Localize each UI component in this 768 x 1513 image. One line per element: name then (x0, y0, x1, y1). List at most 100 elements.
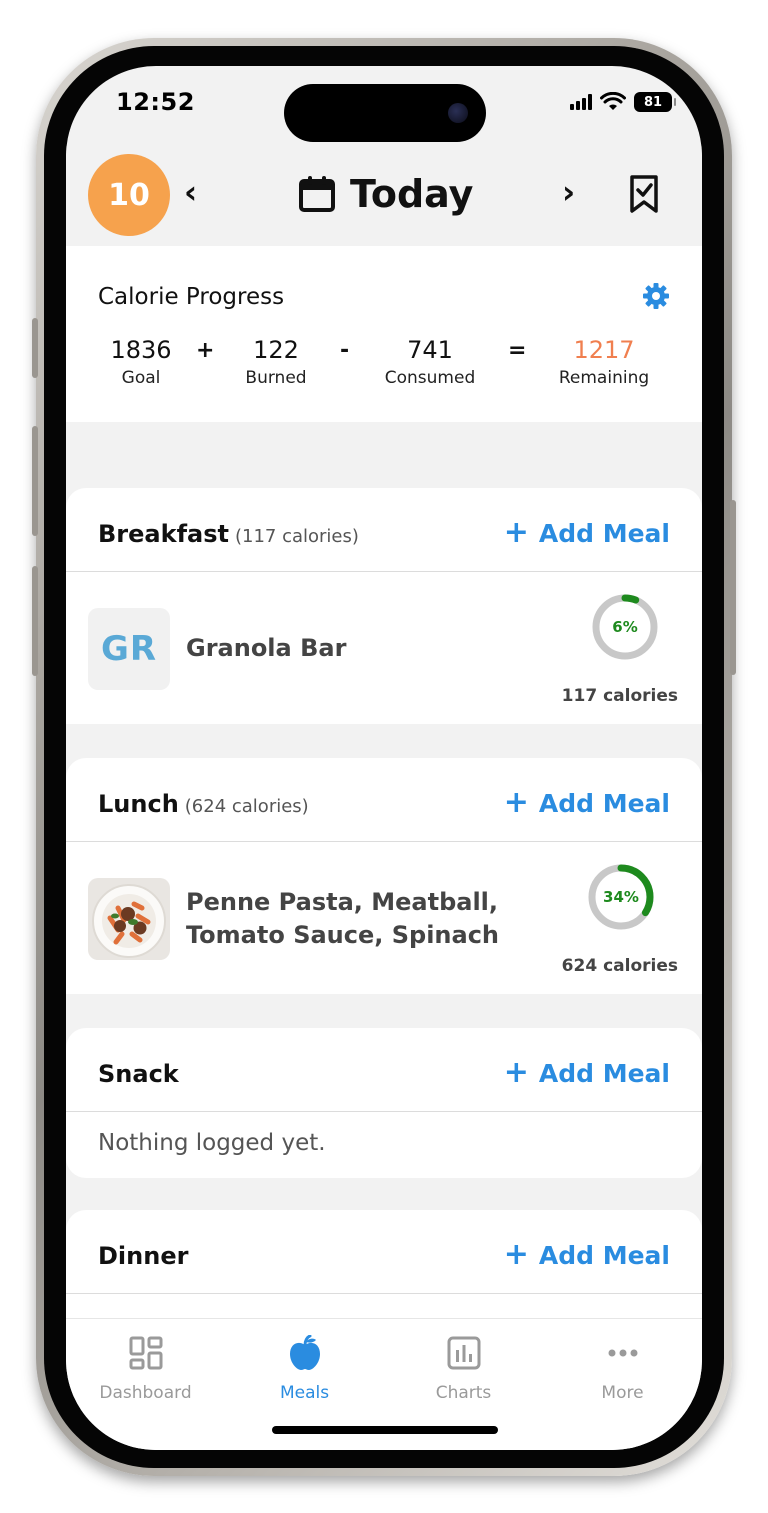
meal-name: Lunch (98, 790, 179, 818)
tab-label: Charts (435, 1383, 492, 1403)
meal-calories: (624 calories) (184, 796, 309, 817)
plus-icon: + (503, 1237, 529, 1272)
add-meal-label: Add Meal (538, 518, 670, 548)
goal-value: 1836 (110, 336, 172, 364)
tab-charts[interactable]: Charts (384, 1333, 543, 1403)
tab-label: More (601, 1383, 644, 1403)
camera-icon (448, 103, 468, 123)
food-name: Granola Bar (186, 634, 347, 662)
plus-icon: + (503, 1055, 529, 1090)
meal-section-breakfast: Breakfast (117 calories) + Add Meal GR Gra… (66, 488, 702, 724)
meal-section-lunch: Lunch (624 calories) + Add Meal Penne Pa… (66, 758, 702, 994)
date-title[interactable]: Today (298, 172, 473, 216)
status-time: 12:52 (116, 88, 195, 116)
tab-label: Meals (279, 1383, 330, 1403)
food-name-line-1: Penne Pasta, Meatball, (186, 888, 499, 916)
date-header: 10 ‹ Today › (66, 146, 702, 246)
calendar-icon (299, 176, 335, 212)
empty-message: Nothing logged yet. (98, 1130, 326, 1156)
add-meal-button[interactable]: + Add Meal (504, 788, 670, 818)
previous-day-button[interactable]: ‹ (184, 176, 197, 208)
meal-header: Breakfast (117 calories) + Add Meal (66, 488, 702, 572)
dashboard-icon (129, 1336, 162, 1370)
consumed-label: Consumed (384, 368, 476, 388)
meal-name: Breakfast (98, 520, 229, 548)
remaining-label: Remaining (558, 368, 650, 388)
add-meal-button[interactable]: + Add Meal (504, 518, 670, 548)
volume-up-button (32, 426, 38, 536)
chart-icon (447, 1336, 480, 1370)
cellular-signal-icon (570, 94, 592, 110)
meal-title: Lunch (624 calories) (98, 790, 309, 818)
goal-stat: 1836 Goal (106, 336, 176, 388)
remaining-value: 1217 (573, 336, 635, 364)
minus-operator: - (340, 338, 350, 363)
page-title: Today (350, 172, 474, 216)
tab-meals[interactable]: Meals (225, 1333, 384, 1403)
app-screen: 12:52 81 10 ‹ Today › Calorie Progress 1… (66, 66, 702, 1450)
bookmark-check-icon[interactable] (628, 174, 660, 214)
meal-section-snack: Snack + Add Meal Nothing logged yet. (66, 1028, 702, 1178)
meal-calories: (117 calories) (234, 526, 359, 547)
percent-value: 6% (612, 618, 638, 636)
meal-title: Breakfast (117 calories) (98, 520, 359, 548)
food-initials: GR (100, 629, 158, 669)
meal-header: Lunch (624 calories) + Add Meal (66, 758, 702, 842)
calorie-progress-title: Calorie Progress (98, 284, 285, 310)
plus-icon: + (503, 515, 529, 550)
more-icon (608, 1349, 637, 1357)
add-meal-label: Add Meal (538, 1240, 670, 1270)
food-calories: 624 calories (561, 956, 678, 976)
tab-dashboard[interactable]: Dashboard (66, 1333, 225, 1403)
percent-value: 34% (603, 888, 639, 906)
streak-badge[interactable]: 10 (88, 154, 170, 236)
tab-more[interactable]: More (543, 1333, 702, 1403)
plus-icon: + (503, 785, 529, 820)
equals-operator: = (508, 338, 527, 363)
consumed-value: 741 (407, 336, 453, 364)
status-bar: 12:52 81 (66, 66, 702, 146)
pasta-plate-image (92, 884, 166, 958)
empty-state: Nothing logged yet. (66, 1112, 702, 1178)
food-photo (88, 878, 170, 960)
apple-icon (289, 1335, 320, 1370)
food-name: Penne Pasta, Meatball, Tomato Sauce, Spi… (186, 886, 499, 952)
battery-icon: 81 (634, 92, 676, 112)
calorie-equation: 1836 Goal + 122 Burned - 741 Consumed = … (66, 336, 702, 396)
food-thumbnail: GR (88, 608, 170, 690)
add-meal-button[interactable]: + Add Meal (504, 1240, 670, 1270)
home-indicator (272, 1426, 498, 1434)
add-meal-label: Add Meal (538, 788, 670, 818)
food-name-line-2: Tomato Sauce, Spinach (186, 921, 500, 949)
next-day-button[interactable]: › (562, 176, 575, 208)
burned-value: 122 (253, 336, 299, 364)
wifi-icon (600, 92, 626, 110)
consumed-stat: 741 Consumed (378, 336, 482, 388)
dynamic-island (284, 84, 486, 142)
percent-ring: 34% (586, 862, 656, 932)
goal-label: Goal (121, 368, 161, 388)
meal-header: Dinner + Add Meal (66, 1210, 702, 1294)
meal-title: Snack (98, 1060, 179, 1088)
calorie-progress-card: Calorie Progress 1836 Goal + 122 Burned … (66, 246, 702, 422)
burned-label: Burned (245, 368, 307, 388)
add-meal-label: Add Meal (538, 1058, 670, 1088)
meal-name: Dinner (98, 1242, 189, 1270)
action-button (32, 318, 38, 378)
plus-operator: + (196, 338, 215, 363)
meal-title: Dinner (98, 1242, 188, 1270)
food-entry[interactable]: Penne Pasta, Meatball, Tomato Sauce, Spi… (66, 842, 702, 994)
volume-down-button (32, 566, 38, 676)
percent-ring: 6% (590, 592, 660, 662)
burned-stat: 122 Burned (236, 336, 316, 388)
food-calories: 117 calories (561, 686, 678, 706)
meal-name: Snack (98, 1060, 179, 1088)
meal-header: Snack + Add Meal (66, 1028, 702, 1112)
power-button (730, 500, 736, 675)
meal-section-dinner: Dinner + Add Meal (66, 1210, 702, 1330)
food-entry[interactable]: GR Granola Bar 6% 117 calories (66, 572, 702, 724)
settings-gear-icon[interactable] (642, 282, 670, 310)
status-icons: 81 (570, 92, 676, 112)
remaining-stat: 1217 Remaining (552, 336, 656, 388)
add-meal-button[interactable]: + Add Meal (504, 1058, 670, 1088)
